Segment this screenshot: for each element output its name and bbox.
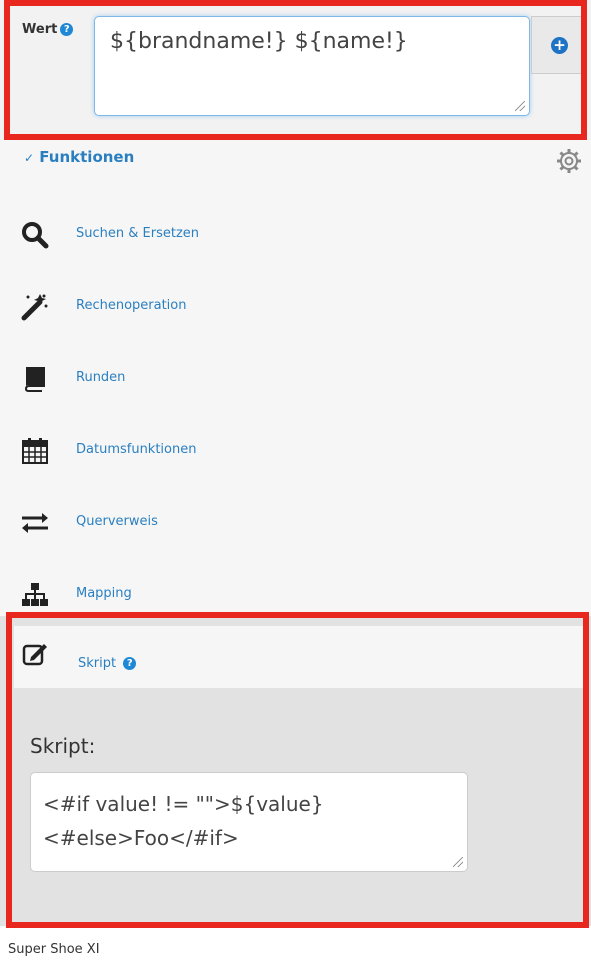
wert-input-value: ${brandname!} ${name!} <box>110 29 408 54</box>
sitemap-icon <box>20 580 50 610</box>
resize-handle-icon[interactable] <box>515 101 525 111</box>
function-label: Suchen & Ersetzen <box>76 226 200 241</box>
wert-label: Wert? <box>22 22 74 37</box>
preview-text: Super Shoe XI <box>8 942 100 957</box>
skript-field-label: Skript: <box>30 734 96 758</box>
chevron-down-icon: ✓ <box>24 151 35 165</box>
function-item-runden[interactable]: Runden <box>20 358 420 398</box>
wert-input[interactable]: ${brandname!} ${name!} <box>94 16 530 116</box>
function-item-datumsfunktionen[interactable]: Datumsfunktionen <box>20 430 420 470</box>
help-icon[interactable]: ? <box>123 657 137 670</box>
help-icon[interactable]: ? <box>60 23 74 36</box>
book-icon <box>20 364 50 394</box>
search-icon <box>20 220 50 250</box>
function-label: Datumsfunktionen <box>76 442 197 457</box>
wert-label-text: Wert <box>22 22 58 37</box>
function-label: Rechenoperation <box>76 298 187 313</box>
functions-header[interactable]: ✓ Funktionen <box>24 148 134 166</box>
function-label: Querverweis <box>76 514 158 529</box>
skript-textarea[interactable]: <#if value! != "">${value} <#else>Foo</#… <box>30 772 468 872</box>
plus-circle-icon: + <box>551 37 568 54</box>
function-label: Runden <box>76 370 126 385</box>
function-label: Mapping <box>76 586 132 601</box>
skript-tab[interactable]: Skript ? <box>14 626 589 688</box>
skript-line-2: <#else>Foo</#if> <box>43 826 239 850</box>
resize-handle-icon[interactable] <box>453 857 463 867</box>
edit-icon <box>22 642 48 666</box>
skript-tab-label: Skript ? <box>78 656 137 671</box>
function-item-rechenoperation[interactable]: Rechenoperation <box>20 286 420 326</box>
function-item-mapping[interactable]: Mapping <box>20 574 420 614</box>
skript-tab-text: Skript <box>78 656 117 671</box>
add-button[interactable]: + <box>531 16 587 74</box>
calendar-icon <box>20 436 50 466</box>
functions-header-label: Funktionen <box>39 148 135 166</box>
skript-line-1: <#if value! != "">${value} <box>43 792 324 816</box>
function-item-querverweis[interactable]: Querverweis <box>20 502 420 542</box>
gear-icon[interactable] <box>556 148 582 174</box>
exchange-icon <box>20 508 50 538</box>
magic-wand-icon <box>20 292 50 322</box>
function-item-suchen-ersetzen[interactable]: Suchen & Ersetzen <box>20 214 420 254</box>
